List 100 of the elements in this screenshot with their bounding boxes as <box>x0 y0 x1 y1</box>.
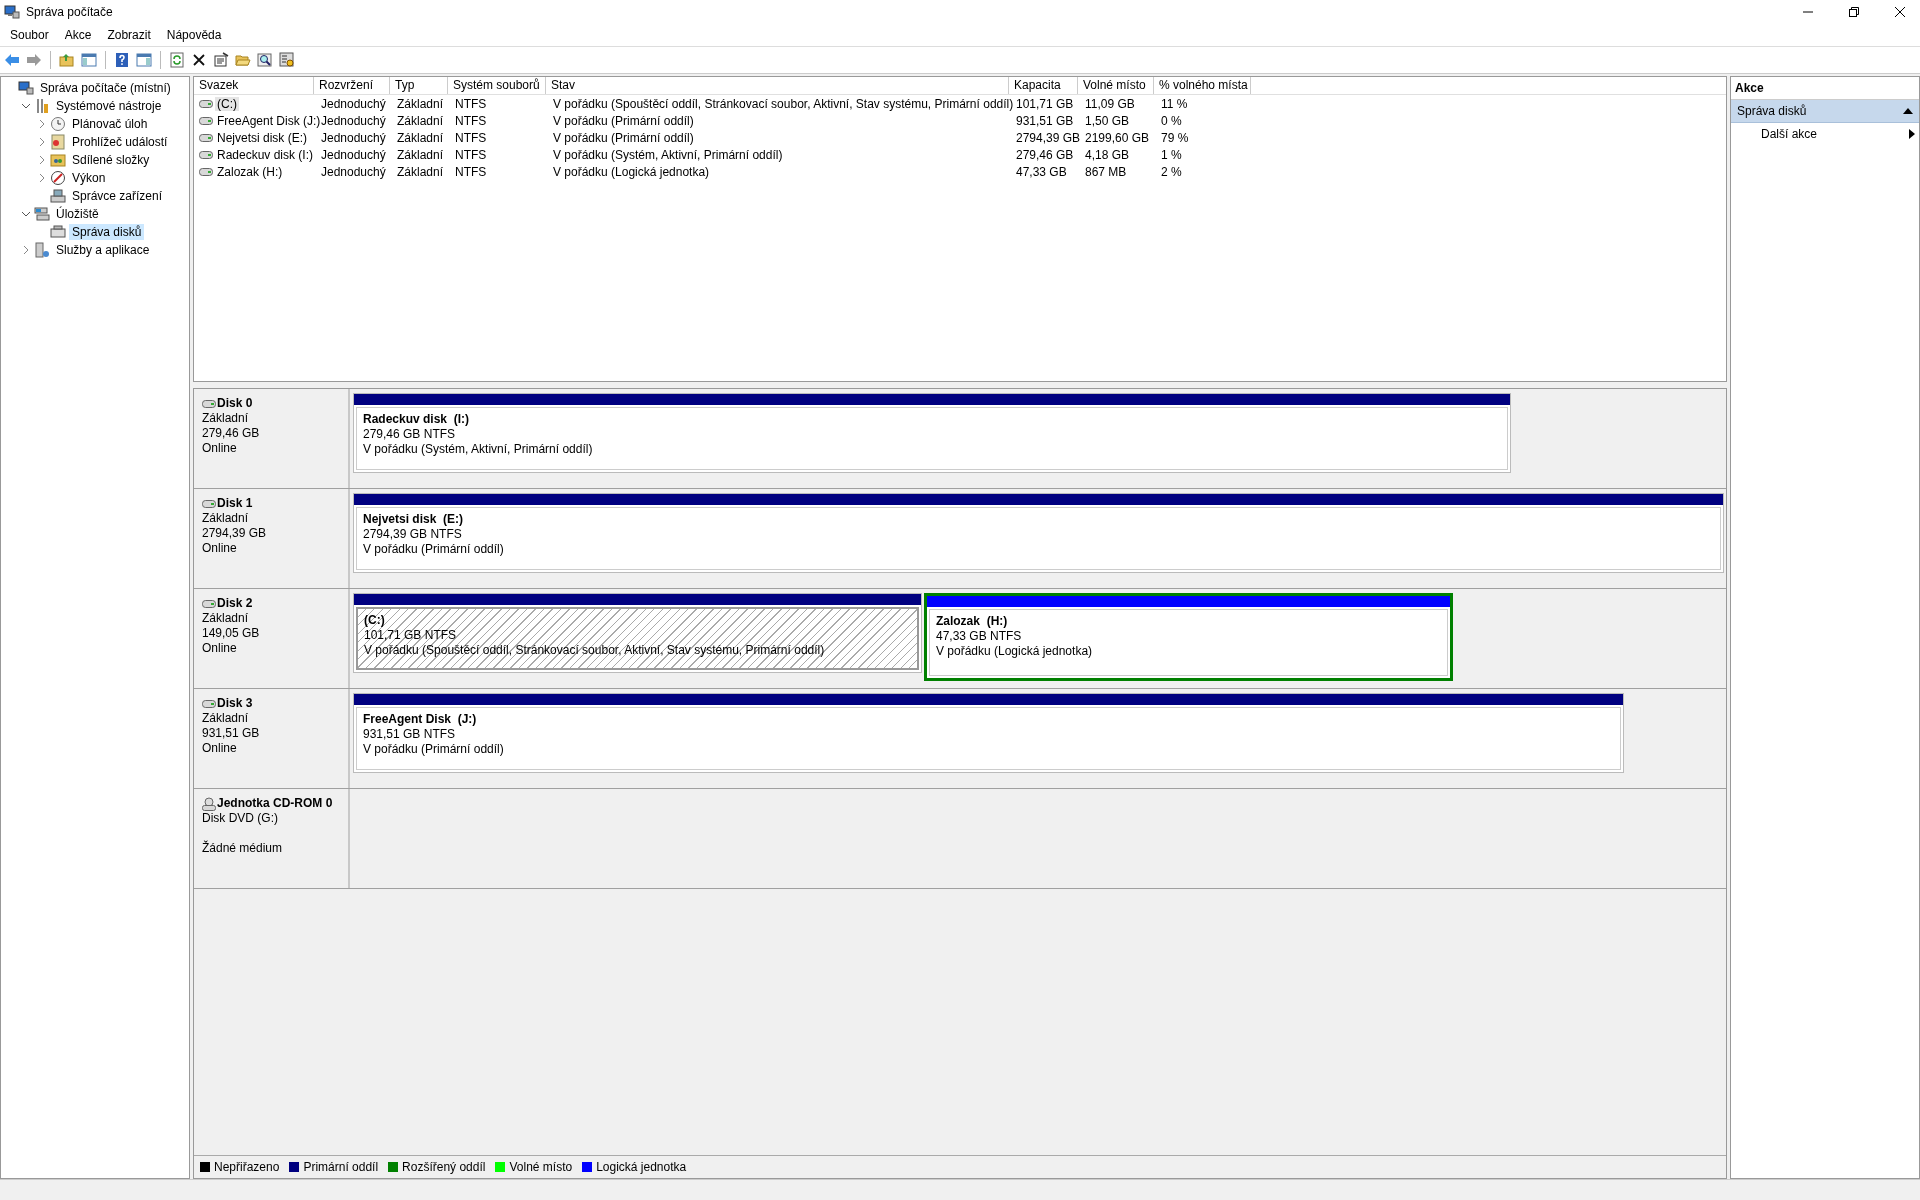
back-arrow-icon[interactable] <box>4 52 20 68</box>
legend-label: Logická jednotka <box>596 1160 687 1174</box>
chevron-right-icon[interactable] <box>37 119 47 129</box>
tree-item[interactable]: Prohlížeč událostí <box>69 134 171 150</box>
drive-icon <box>199 99 213 108</box>
tree-item[interactable]: Správa počítače (místní) <box>37 80 174 96</box>
computer-icon <box>4 4 20 20</box>
partition[interactable]: Nejvetsi disk (E:) 2794,39 GB NTFS V pořádku (Primární oddíl) <box>353 493 1724 573</box>
table-cell-text: Základní <box>396 96 445 111</box>
partition-size: 931,51 GB NTFS <box>363 727 457 742</box>
disk-size: 149,05 GB <box>202 626 261 641</box>
disk-type: Disk DVD (G:) <box>202 811 279 826</box>
table-cell-text: 79 % <box>1160 130 1190 145</box>
tree-item[interactable]: Sdílené složky <box>69 152 153 168</box>
column-header[interactable]: Typ <box>390 77 448 94</box>
partition-name: (C:) <box>364 613 386 628</box>
column-header[interactable]: Rozvržení <box>314 77 390 94</box>
menu-item[interactable]: Akce <box>64 28 92 42</box>
column-header[interactable]: Stav <box>546 77 1009 94</box>
disk-name: Jednotka CD-ROM 0 <box>217 796 333 811</box>
disk-icon <box>50 224 66 240</box>
settings-icon[interactable] <box>279 52 295 68</box>
tree-item[interactable]: Úložiště <box>53 206 102 222</box>
forward-arrow-icon[interactable] <box>26 52 42 68</box>
tree-item[interactable]: Plánovač úloh <box>69 116 151 132</box>
tree-item[interactable]: Služby a aplikace <box>53 242 153 258</box>
actions-section[interactable]: Správa disků <box>1731 100 1919 123</box>
action-link[interactable]: Další akce <box>1761 127 1818 141</box>
table-cell[interactable]: Radeckuv disk (I:) <box>215 147 316 162</box>
table-cell-text: Základní <box>396 147 445 162</box>
table-cell-text: 2794,39 GB <box>1015 130 1082 145</box>
table-cell[interactable]: Zalozak (H:) <box>215 164 285 179</box>
disk-status: Online <box>202 741 238 756</box>
table-cell-text: Jednoduchý <box>320 113 387 128</box>
table-cell-text: NTFS <box>454 147 488 162</box>
magnifier-icon[interactable] <box>257 52 273 68</box>
table-cell[interactable]: Nejvetsi disk (E:) <box>215 130 310 145</box>
tree-item[interactable]: Systémové nástroje <box>53 98 165 114</box>
disk-type: Základní <box>202 511 250 526</box>
share-icon <box>50 152 66 168</box>
delete-icon[interactable] <box>191 52 207 68</box>
partition-status: V pořádku (Primární oddíl) <box>363 542 505 557</box>
drive-icon <box>202 699 216 708</box>
help-icon[interactable] <box>114 52 130 68</box>
partition[interactable]: (C:) 101,71 GB NTFS V pořádku (Spouštěcí oddíl, Stránkovací soubor, Aktivní, Stav systému, Primární oddíl) <box>353 593 922 673</box>
properties-icon[interactable] <box>213 52 229 68</box>
disk-name: Disk 3 <box>217 696 253 711</box>
events-icon <box>50 134 66 150</box>
partition[interactable]: Radeckuv disk (I:) 279,46 GB NTFS V pořádku (Systém, Aktivní, Primární oddíl) <box>353 393 1512 473</box>
collapse-icon[interactable] <box>1903 107 1913 115</box>
close-icon[interactable] <box>1894 6 1906 18</box>
panel-toggle-icon[interactable] <box>136 52 152 68</box>
chevron-down-icon[interactable] <box>21 101 31 111</box>
chevron-right-icon[interactable] <box>37 173 47 183</box>
open-folder-icon[interactable] <box>235 52 251 68</box>
legend-label: Volné místo <box>509 1160 573 1174</box>
partition-status: V pořádku (Systém, Aktivní, Primární oddíl) <box>363 442 594 457</box>
column-header[interactable]: Volné místo <box>1078 77 1154 94</box>
table-cell-text: 2199,60 GB <box>1084 130 1151 145</box>
drive-icon <box>202 399 216 408</box>
devices-icon <box>50 188 66 204</box>
refresh-icon[interactable] <box>169 52 185 68</box>
partition-name: Zalozak (H:) <box>935 614 1009 629</box>
chevron-right-icon[interactable] <box>37 137 47 147</box>
tree-item[interactable]: Správce zařízení <box>69 188 166 204</box>
partition-status: V pořádku (Primární oddíl) <box>363 742 505 757</box>
table-cell-text: Základní <box>396 113 445 128</box>
table-cell-text: 2 % <box>1160 164 1183 179</box>
panel-toggle-icon[interactable] <box>81 52 97 68</box>
column-header[interactable]: Svazek <box>194 77 314 94</box>
chevron-right-icon[interactable] <box>37 155 47 165</box>
column-header[interactable]: Kapacita <box>1009 77 1078 94</box>
table-cell-text: 11,09 GB <box>1084 96 1136 111</box>
tree-item[interactable]: Výkon <box>69 170 109 186</box>
menu-item[interactable]: Nápověda <box>166 28 222 42</box>
menu-item[interactable]: Soubor <box>10 28 49 42</box>
partition-name: FreeAgent Disk (J:) <box>363 712 478 727</box>
column-header[interactable]: Systém souborů <box>448 77 546 94</box>
submenu-arrow-icon <box>1909 129 1915 139</box>
tree-item[interactable]: Správa disků <box>69 224 145 240</box>
folder-up-icon[interactable] <box>59 52 75 68</box>
table-cell-text: V pořádku (Spouštěcí oddíl, Stránkovací soubor, Aktivní, Stav systému, Primární oddíl) <box>552 96 1015 111</box>
table-cell-text: 0 % <box>1160 113 1183 128</box>
chevron-right-icon[interactable] <box>21 245 31 255</box>
window-title: Správa počítače <box>26 5 113 19</box>
partition[interactable]: Zalozak (H:) 47,33 GB NTFS V pořádku (Logická jednotka) <box>926 596 1451 678</box>
partition[interactable]: FreeAgent Disk (J:) 931,51 GB NTFS V pořádku (Primární oddíl) <box>353 693 1624 773</box>
table-cell-text: V pořádku (Systém, Aktivní, Primární oddíl) <box>552 147 784 162</box>
drive-icon <box>202 499 216 508</box>
table-cell-text: Jednoduchý <box>320 96 387 111</box>
table-cell-text: Jednoduchý <box>320 164 387 179</box>
table-cell[interactable]: (C:) <box>215 96 239 111</box>
table-cell-text: 47,33 GB <box>1015 164 1068 179</box>
column-header[interactable]: % volného místa <box>1154 77 1251 94</box>
menu-item[interactable]: Zobrazit <box>107 28 151 42</box>
disk-status: Žádné médium <box>202 841 284 856</box>
chevron-down-icon[interactable] <box>21 209 31 219</box>
partition-size: 279,46 GB NTFS <box>363 427 457 442</box>
restore-icon[interactable] <box>1848 6 1860 18</box>
table-cell-text: 11 % <box>1160 96 1189 111</box>
